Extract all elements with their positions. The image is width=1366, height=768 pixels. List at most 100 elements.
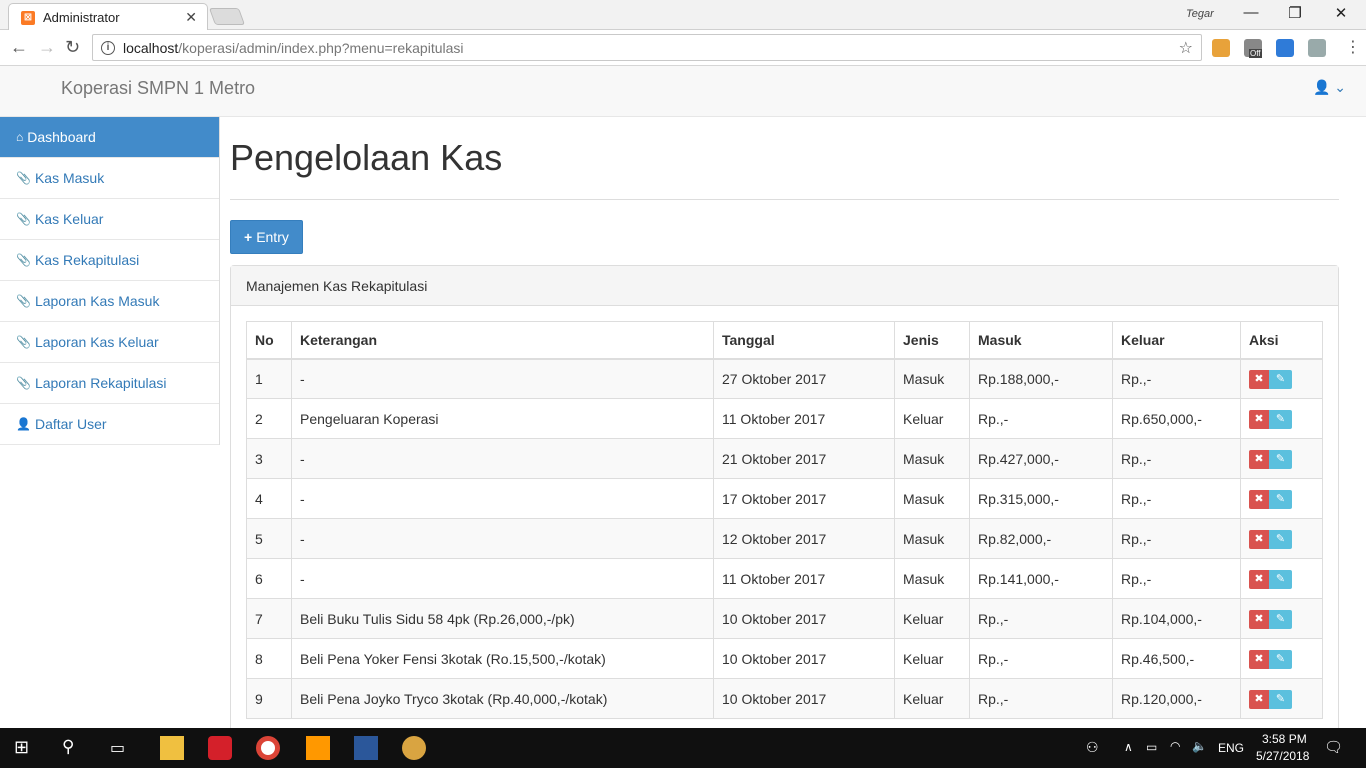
table-cell: Rp.315,000,-: [969, 478, 1113, 519]
table-cell: Masuk: [894, 358, 970, 399]
browser-menu-icon[interactable]: ⋮: [1345, 37, 1361, 57]
bookmark-star-icon[interactable]: ☆: [1179, 38, 1193, 58]
sidebar-item-label: Kas Rekapitulasi: [34, 252, 140, 268]
sidebar-item-label: Kas Keluar: [34, 211, 104, 227]
forward-arrow-icon[interactable]: →: [38, 37, 56, 58]
extension-blue-icon[interactable]: [1276, 39, 1294, 57]
extension-icon[interactable]: [1212, 39, 1230, 57]
sidebar-item-laporan-kas-keluar[interactable]: 📎 Laporan Kas Keluar: [0, 322, 219, 363]
delete-button[interactable]: ✖: [1249, 449, 1269, 469]
new-tab-button[interactable]: [208, 8, 246, 25]
url-path: /koperasi/admin/index.php?menu=rekapitul…: [178, 39, 464, 56]
entry-button[interactable]: + Entry: [230, 220, 303, 254]
wifi-icon[interactable]: ◠: [1170, 739, 1180, 753]
paperclip-icon: 📎: [16, 171, 31, 185]
delete-button[interactable]: ✖: [1249, 609, 1269, 629]
delete-button[interactable]: ✖: [1249, 569, 1269, 589]
task-view-icon[interactable]: ▭: [110, 738, 125, 758]
table-cell: Rp.,-: [1112, 518, 1241, 559]
delete-button[interactable]: ✖: [1249, 489, 1269, 509]
paint-icon[interactable]: [402, 736, 426, 760]
info-icon[interactable]: i: [101, 40, 115, 55]
sublime-text-icon[interactable]: [306, 736, 330, 760]
word-icon[interactable]: [354, 736, 378, 760]
sidebar-item-laporan-rekapitulasi[interactable]: 📎 Laporan Rekapitulasi: [0, 363, 219, 404]
edit-button[interactable]: ✎: [1269, 489, 1292, 509]
search-icon[interactable]: ⚲: [62, 737, 74, 757]
back-arrow-icon[interactable]: ←: [10, 37, 28, 58]
table-cell: Rp.427,000,-: [969, 438, 1113, 479]
browser-tab-bar: ⊠ Administrator ✕ Tegar — ❐ ✕: [0, 0, 1366, 31]
clock-time[interactable]: 3:58 PM: [1262, 732, 1307, 746]
table-cell: 5: [246, 518, 292, 559]
extension-off-icon[interactable]: Off: [1244, 39, 1262, 58]
browser-tab[interactable]: ⊠ Administrator ✕: [8, 3, 208, 31]
action-cell: ✖ ✎: [1240, 358, 1323, 399]
table-cell: Masuk: [894, 438, 970, 479]
sidebar-item-kas-rekapitulasi[interactable]: 📎 Kas Rekapitulasi: [0, 240, 219, 281]
battery-icon[interactable]: ▭: [1146, 740, 1157, 754]
table-cell: 10 Oktober 2017: [713, 598, 895, 639]
maximize-icon[interactable]: ❐: [1272, 4, 1318, 22]
delete-button[interactable]: ✖: [1249, 649, 1269, 669]
window-close-icon[interactable]: ✕: [1318, 4, 1364, 22]
sidebar-item-kas-keluar[interactable]: 📎 Kas Keluar: [0, 199, 219, 240]
table-cell: Rp.,-: [969, 598, 1113, 639]
file-explorer-icon[interactable]: [160, 736, 184, 760]
delete-button[interactable]: ✖: [1249, 689, 1269, 709]
sidebar-item-daftar-user[interactable]: 👤 Daftar User: [0, 404, 219, 445]
table-row: 2 Pengeluaran Koperasi 11 Oktober 2017 Kelu…: [246, 398, 1323, 439]
windows-taskbar: ⊞ ⚲ ▭ ⚇ ∧ ▭ ◠ 🔈 ENG 3:58 PM 5/27/2018 🗨: [0, 728, 1366, 768]
chevron-down-icon: ⌄: [1334, 79, 1346, 95]
table-row: 4-17 Oktober 2017 Masuk Rp.315,000,- Rp.,- ✖…: [246, 478, 1323, 519]
tab-close-icon[interactable]: ✕: [185, 9, 197, 26]
edit-button[interactable]: ✎: [1269, 569, 1292, 589]
windows-start-icon[interactable]: ⊞: [14, 737, 29, 758]
header-aksi: Aksi: [1240, 321, 1323, 360]
edit-button[interactable]: ✎: [1269, 409, 1292, 429]
sidebar-item-dashboard[interactable]: ⌂ Dashboard: [0, 117, 219, 158]
main-content: Pengelolaan Kas + Entry Manajemen Kas Re…: [230, 117, 1339, 735]
minimize-icon[interactable]: —: [1228, 4, 1274, 21]
table-cell: Beli Buku Tulis Sidu 58 4pk (Rp.26,000,-…: [291, 598, 714, 639]
edit-button[interactable]: ✎: [1269, 609, 1292, 629]
edit-button[interactable]: ✎: [1269, 449, 1292, 469]
paperclip-icon: 📎: [16, 253, 31, 267]
delete-button[interactable]: ✖: [1249, 529, 1269, 549]
table-cell: 9: [246, 678, 292, 719]
action-cell: ✖ ✎: [1240, 518, 1323, 559]
paperclip-icon: 📎: [16, 294, 31, 308]
panel-heading: Manajemen Kas Rekapitulasi: [231, 266, 1338, 306]
extension-grey-icon[interactable]: [1308, 39, 1326, 57]
header-masuk: Masuk: [969, 321, 1113, 360]
edit-button[interactable]: ✎: [1269, 689, 1292, 709]
notification-icon[interactable]: 🗨: [1324, 738, 1343, 756]
sidebar-item-kas-masuk[interactable]: 📎 Kas Masuk: [0, 158, 219, 199]
chevron-up-icon[interactable]: ∧: [1124, 740, 1133, 754]
table-cell: Rp.,-: [1112, 558, 1241, 599]
clock-date[interactable]: 5/27/2018: [1256, 749, 1309, 763]
address-toolbar: ← → ↻ i localhost /koperasi/admin/index.…: [0, 30, 1366, 66]
url-field[interactable]: i localhost /koperasi/admin/index.php?me…: [92, 34, 1202, 61]
user-dropdown[interactable]: 👤 ⌄: [1313, 79, 1346, 96]
xampp-favicon-icon: ⊠: [21, 10, 35, 25]
people-icon[interactable]: ⚇: [1086, 739, 1099, 756]
delete-button[interactable]: ✖: [1249, 369, 1269, 389]
header-keluar: Keluar: [1112, 321, 1241, 360]
table-cell: Keluar: [894, 598, 970, 639]
window-user-label[interactable]: Tegar: [1186, 8, 1214, 20]
edit-button[interactable]: ✎: [1269, 649, 1292, 669]
language-indicator[interactable]: ENG: [1218, 741, 1244, 755]
chrome-icon[interactable]: [256, 736, 280, 760]
edit-button[interactable]: ✎: [1269, 529, 1292, 549]
creative-cloud-icon[interactable]: [208, 736, 232, 760]
volume-icon[interactable]: 🔈: [1192, 739, 1207, 753]
plus-icon: +: [244, 229, 253, 245]
edit-button[interactable]: ✎: [1269, 369, 1292, 389]
table-cell: -: [291, 358, 714, 399]
user-icon: 👤: [16, 417, 31, 431]
delete-button[interactable]: ✖: [1249, 409, 1269, 429]
reload-icon[interactable]: ↻: [65, 37, 80, 58]
brand-title[interactable]: Koperasi SMPN 1 Metro: [61, 78, 255, 99]
sidebar-item-laporan-kas-masuk[interactable]: 📎 Laporan Kas Masuk: [0, 281, 219, 322]
